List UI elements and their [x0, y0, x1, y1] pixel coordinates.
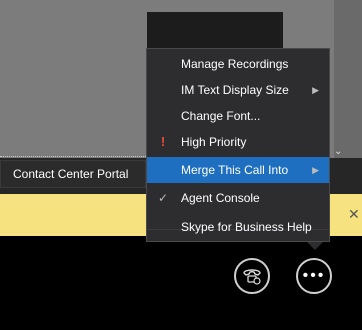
chevron-right-icon: ▶: [312, 165, 319, 175]
menu-item-merge-this-call-into[interactable]: Merge This Call Into ▶: [147, 157, 329, 183]
menu-item-label: High Priority: [181, 135, 247, 149]
menu-item-high-priority[interactable]: ! High Priority: [147, 129, 329, 155]
menu-item-label: IM Text Display Size: [181, 83, 289, 97]
menu-pointer: [307, 242, 323, 250]
more-options-button[interactable]: •••: [296, 258, 332, 294]
menu-item-label: Skype for Business Help: [181, 220, 312, 234]
menu-item-im-text-display-size[interactable]: IM Text Display Size ▶: [147, 77, 329, 103]
divider: [0, 156, 148, 159]
priority-icon: !: [160, 134, 166, 149]
menu-item-label: Agent Console: [181, 191, 260, 205]
menu-item-label: Manage Recordings: [181, 57, 289, 71]
chevron-right-icon: ▶: [312, 85, 319, 95]
more-options-icon: •••: [302, 267, 326, 284]
close-icon[interactable]: ✕: [348, 206, 360, 223]
menu-item-label: Change Font...: [181, 109, 261, 123]
chevron-down-icon[interactable]: ⌄: [334, 146, 342, 157]
merge-submenu: Contact Center Portal: [0, 160, 146, 188]
menu-item-change-font[interactable]: Change Font...: [147, 103, 329, 129]
call-settings-icon: [243, 269, 261, 285]
menu-item-manage-recordings[interactable]: Manage Recordings: [147, 51, 329, 77]
submenu-item-contact-center-portal[interactable]: Contact Center Portal: [13, 167, 128, 181]
menu-item-label: Merge This Call Into: [181, 163, 289, 177]
call-settings-button[interactable]: [234, 258, 270, 294]
menu-item-skype-help[interactable]: Skype for Business Help: [147, 214, 329, 240]
video-area-edge: [334, 0, 362, 158]
more-options-menu: Manage Recordings IM Text Display Size ▶…: [146, 48, 330, 242]
menu-item-agent-console[interactable]: ✓ Agent Console: [147, 185, 329, 211]
checkmark-icon: ✓: [157, 191, 169, 205]
